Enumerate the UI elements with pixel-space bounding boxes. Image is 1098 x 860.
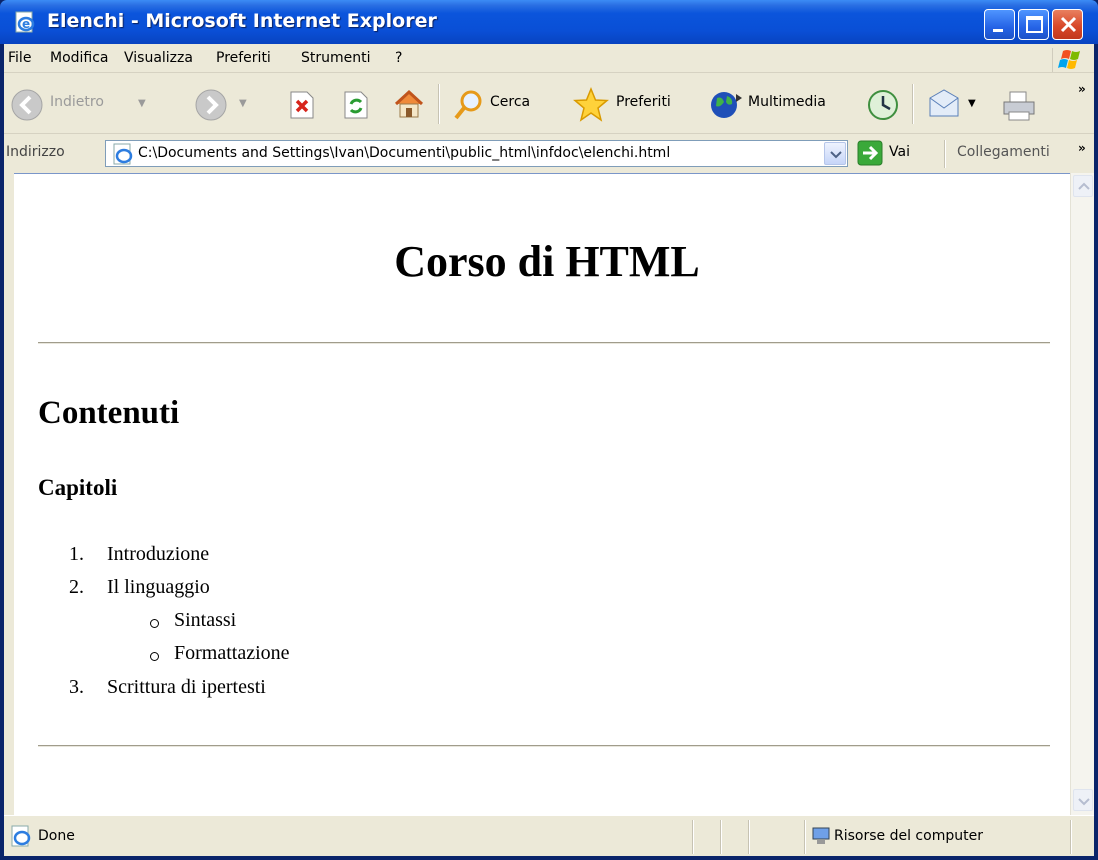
- forward-dropdown-icon[interactable]: ▼: [239, 98, 247, 109]
- minimize-button[interactable]: [984, 9, 1015, 40]
- horizontal-rule: [38, 745, 1050, 747]
- favorites-label: Preferiti: [616, 94, 671, 110]
- menu-visualizza[interactable]: Visualizza: [124, 50, 193, 66]
- media-label: Multimedia: [748, 94, 826, 110]
- section-heading: Contenuti: [38, 395, 180, 431]
- printer-icon: [1003, 91, 1035, 121]
- menu-modifica[interactable]: Modifica: [50, 50, 109, 66]
- list-number: 2.: [69, 576, 84, 598]
- status-separator: [692, 820, 694, 854]
- list-item: Introduzione: [107, 543, 210, 565]
- print-button[interactable]: [998, 74, 1042, 134]
- address-url: C:\Documents and Settings\Ivan\Documenti…: [138, 145, 671, 161]
- menu-strumenti[interactable]: Strumenti: [301, 50, 371, 66]
- toolbar-separator: [438, 84, 440, 124]
- toolbar-separator: [912, 84, 914, 124]
- scroll-down-button[interactable]: [1073, 789, 1093, 811]
- address-bar: Indirizzo C:\Documents and Settings\Ivan…: [4, 135, 1094, 172]
- favorites-button[interactable]: Preferiti: [570, 74, 694, 134]
- menu-file[interactable]: File: [8, 50, 31, 66]
- forward-button[interactable]: ▼: [178, 74, 258, 134]
- address-input[interactable]: C:\Documents and Settings\Ivan\Documenti…: [105, 140, 848, 167]
- links-more-chevron-icon[interactable]: »: [1078, 141, 1086, 155]
- refresh-icon: [344, 91, 368, 119]
- page-icon: [113, 143, 133, 165]
- media-button[interactable]: Multimedia: [706, 74, 854, 134]
- stop-icon: [290, 91, 314, 119]
- toolbar-more-chevron-icon[interactable]: »: [1078, 82, 1086, 96]
- forward-arrow-icon: [195, 89, 227, 121]
- browser-window: e Elenchi - Microsoft Internet Explorer …: [0, 0, 1098, 860]
- menu-bar: File Modifica Visualizza Preferiti Strum…: [4, 44, 1094, 73]
- go-label[interactable]: Vai: [889, 144, 910, 160]
- status-bar: Done Risorse del computer: [4, 815, 1094, 856]
- mail-dropdown-icon[interactable]: ▼: [968, 98, 976, 109]
- chevron-down-icon: [1078, 798, 1090, 806]
- list-number: 3.: [69, 676, 84, 698]
- home-icon: [394, 89, 424, 118]
- search-label: Cerca: [490, 94, 531, 110]
- windows-logo-icon: [1052, 48, 1088, 72]
- scroll-up-button[interactable]: [1073, 175, 1093, 197]
- page-heading: Corso di HTML: [394, 237, 700, 286]
- vertical-scrollbar[interactable]: [1070, 173, 1094, 815]
- circle-bullet-icon: [150, 619, 159, 628]
- window-title: Elenchi - Microsoft Internet Explorer: [47, 10, 437, 32]
- ie-page-icon: e: [14, 11, 36, 33]
- menu-help[interactable]: ?: [395, 50, 402, 66]
- menu-preferiti[interactable]: Preferiti: [216, 50, 271, 66]
- list-item: Scrittura di ipertesti: [107, 676, 266, 698]
- star-icon: [573, 87, 609, 122]
- viewport-left-edge: [4, 173, 14, 815]
- horizontal-rule: [38, 342, 1050, 344]
- chevron-down-icon: [830, 151, 842, 159]
- search-icon: [454, 90, 482, 120]
- refresh-button[interactable]: [338, 74, 374, 134]
- links-label[interactable]: Collegamenti: [957, 144, 1050, 160]
- back-arrow-icon: [11, 89, 43, 121]
- computer-zone-icon: [812, 827, 830, 844]
- status-separator: [748, 820, 750, 854]
- subsection-heading: Capitoli: [38, 475, 118, 500]
- status-separator: [1070, 820, 1072, 854]
- status-separator: [720, 820, 722, 854]
- back-label: Indietro: [50, 94, 104, 110]
- close-button[interactable]: [1052, 9, 1083, 40]
- back-dropdown-icon[interactable]: ▼: [138, 98, 146, 109]
- media-icon: [711, 92, 742, 118]
- circle-bullet-icon: [150, 652, 159, 661]
- ie-page-icon: [11, 825, 31, 847]
- home-button[interactable]: [388, 74, 428, 134]
- address-label: Indirizzo: [6, 144, 65, 160]
- history-icon: [868, 90, 898, 120]
- history-button[interactable]: [862, 74, 902, 134]
- zone-text: Risorse del computer: [834, 828, 983, 844]
- list-number: 1.: [69, 543, 84, 565]
- search-button[interactable]: Cerca: [450, 74, 554, 134]
- go-arrow-icon: [857, 140, 883, 166]
- page-content: Corso di HTML Contenuti Capitoli 1. Intr…: [14, 173, 1070, 815]
- mail-button[interactable]: ▼: [924, 74, 984, 134]
- standard-toolbar: Indietro ▼ ▼ Cerca Preferiti Multimedia …: [4, 74, 1094, 134]
- stop-button[interactable]: [284, 74, 320, 134]
- list-item: Il linguaggio: [107, 576, 210, 598]
- maximize-button[interactable]: [1018, 9, 1049, 40]
- sublist-item: Formattazione: [174, 642, 290, 664]
- status-text: Done: [38, 828, 75, 844]
- address-dropdown-button[interactable]: [824, 142, 846, 165]
- status-separator: [804, 820, 806, 854]
- back-button[interactable]: Indietro ▼: [8, 74, 158, 134]
- links-separator: [944, 140, 946, 168]
- mail-icon: [929, 89, 959, 117]
- go-button[interactable]: [857, 140, 883, 166]
- title-bar[interactable]: e Elenchi - Microsoft Internet Explorer: [0, 0, 1098, 44]
- sublist-item: Sintassi: [174, 609, 237, 631]
- svg-text:e: e: [22, 17, 30, 31]
- chevron-up-icon: [1078, 182, 1090, 190]
